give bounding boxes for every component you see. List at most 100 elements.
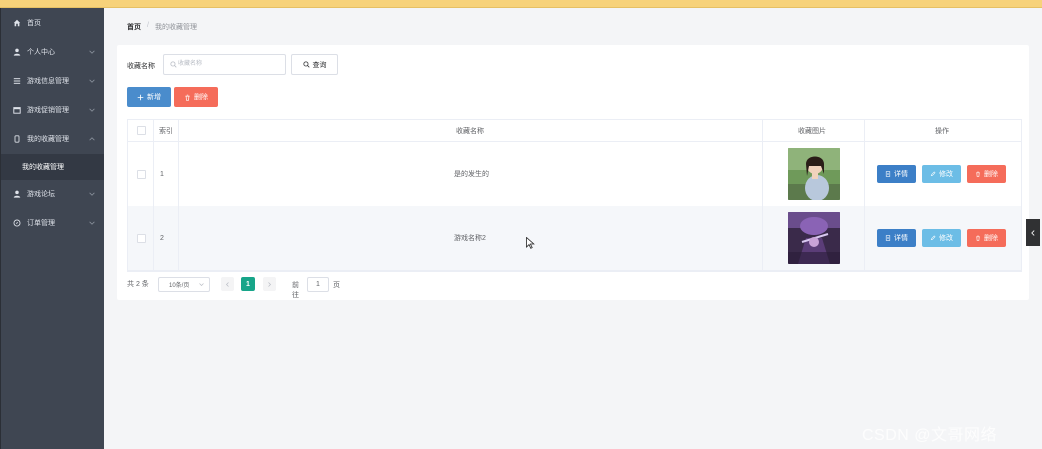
plus-icon xyxy=(137,94,144,100)
goto-page-input[interactable]: 1 xyxy=(307,277,329,292)
pagination-total: 共 2 条 xyxy=(127,281,149,288)
sidebar-item-game-info[interactable]: 游戏信息管理 xyxy=(1,68,105,94)
chevron-down-icon xyxy=(89,191,95,197)
sidebar-item-my-favorites[interactable]: 我的收藏管理 xyxy=(1,126,105,152)
batch-delete-button[interactable]: 删除 xyxy=(174,87,218,107)
header-index: 索引 xyxy=(159,127,173,135)
search-field[interactable] xyxy=(163,54,286,75)
query-button-label: 查询 xyxy=(312,61,327,69)
row-index: 1 xyxy=(160,170,164,178)
chevron-down-icon xyxy=(89,78,95,84)
header-actions: 操作 xyxy=(935,127,949,135)
header-name: 收藏名称 xyxy=(456,127,484,135)
breadcrumb-home[interactable]: 首页 xyxy=(127,22,141,32)
sidebar-item-label: 首页 xyxy=(27,20,41,27)
add-button[interactable]: 新增 xyxy=(127,87,171,107)
table-header: 索引 收藏名称 收藏图片 操作 xyxy=(128,120,1021,142)
top-stripe xyxy=(0,0,1042,7)
sidebar-item-game-forum[interactable]: 游戏论坛 xyxy=(1,181,105,207)
edit-button[interactable]: 修改 xyxy=(922,165,961,183)
chevron-down-icon xyxy=(89,107,95,113)
detail-button[interactable]: 详情 xyxy=(877,165,916,183)
sidebar-item-game-promotion[interactable]: 游戏促销管理 xyxy=(1,97,105,123)
search-input[interactable] xyxy=(178,57,278,71)
next-page-button[interactable] xyxy=(263,277,276,291)
sidebar-item-orders[interactable]: 订单管理 xyxy=(1,210,105,236)
list-icon xyxy=(13,77,21,85)
favorite-image[interactable] xyxy=(788,212,840,264)
page-unit-label: 页 xyxy=(333,282,340,289)
detail-button[interactable]: 详情 xyxy=(877,229,916,247)
breadcrumb: 首页 / 我的收藏管理 xyxy=(127,22,197,32)
row-name: 是的发生的 xyxy=(454,171,489,178)
favorites-table: 索引 收藏名称 收藏图片 操作 1 是的发生的 详情 修改 删除 2 游戏名称2… xyxy=(127,119,1022,272)
page-size-select[interactable]: 10条/页 xyxy=(158,277,210,292)
breadcrumb-separator: / xyxy=(147,22,149,29)
edit-icon xyxy=(930,171,936,177)
search-label: 收藏名称 xyxy=(127,63,155,70)
trash-icon xyxy=(976,171,980,177)
edit-button-label: 修改 xyxy=(939,171,953,178)
page-size-value: 10条/页 xyxy=(169,283,190,289)
column-divider xyxy=(864,120,865,270)
home-icon xyxy=(13,19,21,27)
edit-button-label: 修改 xyxy=(939,235,953,242)
user-icon xyxy=(13,190,21,198)
delete-button-label: 删除 xyxy=(194,94,208,101)
calendar-icon xyxy=(13,106,21,114)
sidebar-item-label: 游戏信息管理 xyxy=(27,78,69,85)
chevron-right-icon xyxy=(268,281,271,287)
sidebar-item-label: 游戏论坛 xyxy=(27,191,55,198)
chevron-down-icon xyxy=(199,283,204,286)
chevron-down-icon xyxy=(89,49,95,55)
delete-button-label: 删除 xyxy=(984,171,998,178)
delete-button-label: 删除 xyxy=(984,235,998,242)
chevron-up-icon xyxy=(89,136,95,142)
sidebar-subitem-label: 我的收藏管理 xyxy=(22,164,64,171)
sidebar-item-label: 我的收藏管理 xyxy=(27,136,69,143)
detail-button-label: 详情 xyxy=(894,235,908,242)
sidebar-item-label: 游戏促销管理 xyxy=(27,107,69,114)
bookmark-icon xyxy=(13,135,21,143)
query-button[interactable]: 查询 xyxy=(291,54,338,75)
edit-button[interactable]: 修改 xyxy=(922,229,961,247)
page-number-current[interactable]: 1 xyxy=(241,277,255,291)
row-checkbox[interactable] xyxy=(137,233,146,243)
user-icon xyxy=(13,48,21,56)
chevron-left-icon xyxy=(1031,229,1035,236)
collapse-tab[interactable] xyxy=(1026,219,1040,246)
detail-button-label: 详情 xyxy=(894,171,908,178)
sidebar-item-label: 个人中心 xyxy=(27,49,55,56)
watermark: CSDN @文哥网络 xyxy=(862,427,998,444)
row-delete-button[interactable]: 删除 xyxy=(967,229,1006,247)
table-row: 2 游戏名称2 详情 修改 删除 xyxy=(128,206,1021,271)
main-content: 首页 / 我的收藏管理 收藏名称 查询 新增 删除 索引 收藏名称 收藏图片 xyxy=(104,8,1042,449)
sidebar-item-home[interactable]: 首页 xyxy=(1,10,105,36)
chevron-down-icon xyxy=(89,220,95,226)
row-index: 2 xyxy=(160,234,164,242)
mouse-cursor-icon xyxy=(526,237,535,249)
table-row: 1 是的发生的 详情 修改 删除 xyxy=(128,142,1021,207)
add-button-label: 新增 xyxy=(147,94,161,101)
trash-icon xyxy=(976,235,980,241)
chevron-left-icon xyxy=(226,281,229,287)
select-all-checkbox[interactable] xyxy=(137,126,146,135)
row-checkbox[interactable] xyxy=(137,169,146,179)
sidebar-subitem-my-favorites[interactable]: 我的收藏管理 xyxy=(1,154,105,180)
search-icon xyxy=(302,61,310,68)
row-name: 游戏名称2 xyxy=(454,235,486,242)
breadcrumb-current: 我的收藏管理 xyxy=(154,24,197,31)
favorite-image[interactable] xyxy=(788,148,840,200)
sidebar-item-label: 订单管理 xyxy=(27,220,55,227)
search-icon xyxy=(170,61,177,68)
content-panel: 收藏名称 查询 新增 删除 索引 收藏名称 收藏图片 操作 xyxy=(117,45,1029,300)
header-image: 收藏图片 xyxy=(798,127,826,135)
prev-page-button[interactable] xyxy=(221,277,234,291)
sidebar-item-personal-center[interactable]: 个人中心 xyxy=(1,39,105,65)
sidebar: 首页 个人中心 游戏信息管理 游戏促销管理 我的收藏管理 我的收藏管理 游戏论坛… xyxy=(0,8,105,449)
trash-icon xyxy=(185,94,190,101)
edit-icon xyxy=(930,235,936,241)
document-icon xyxy=(885,235,891,241)
row-delete-button[interactable]: 删除 xyxy=(967,165,1006,183)
column-divider xyxy=(762,120,763,270)
